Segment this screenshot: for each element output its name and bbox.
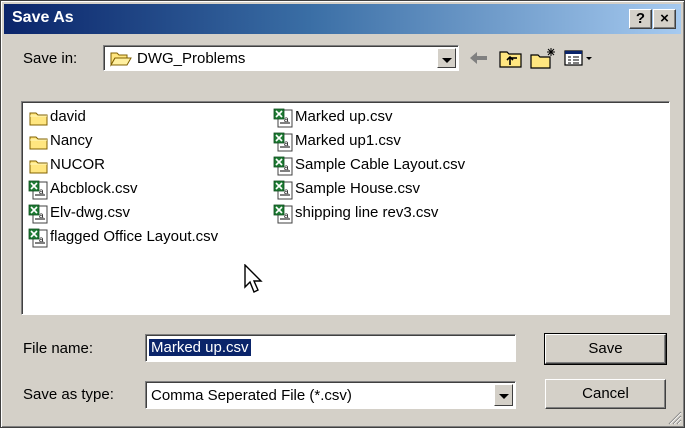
save-as-type-value: Comma Seperated File (*.csv) — [151, 387, 352, 404]
file-name-label: File name: — [23, 340, 94, 357]
excel-csv-icon: a — [28, 180, 48, 200]
excel-csv-icon: a — [273, 180, 293, 200]
svg-text:a: a — [284, 139, 289, 148]
file-name-value: Marked up.csv — [149, 339, 251, 356]
file-list-item-name: shipping line rev3.csv — [295, 204, 439, 221]
excel-csv-icon: a — [273, 132, 293, 152]
folder-icon — [29, 112, 48, 126]
dialog-title: Save As — [12, 9, 74, 26]
excel-csv-icon: a — [28, 228, 48, 248]
back-arrow-icon[interactable] — [465, 46, 493, 70]
excel-csv-icon: a — [273, 204, 293, 224]
save-as-type-label: Save as type: — [23, 386, 114, 403]
save-as-type-dropdown[interactable]: Comma Seperated File (*.csv) — [145, 381, 516, 409]
save-as-type-dropdown-arrow[interactable] — [494, 384, 513, 406]
file-list-item-name: Elv-dwg.csv — [50, 204, 131, 221]
svg-text:a: a — [39, 187, 44, 196]
folder-icon — [29, 136, 48, 150]
file-list-item-name: NUCOR — [50, 156, 105, 173]
save-in-dropdown[interactable]: DWG_Problems — [103, 45, 459, 71]
save-button[interactable]: Save — [544, 333, 667, 365]
file-list-item-name: david — [50, 108, 86, 125]
help-button[interactable]: ? — [629, 9, 652, 29]
file-list-item-name: Marked up1.csv — [295, 132, 401, 149]
file-list-item-name: flagged Office Layout.csv — [50, 228, 219, 245]
close-button[interactable]: × — [653, 9, 676, 29]
save-as-dialog: Save As ? × Save in: DWG_Problems david … — [0, 0, 685, 428]
svg-text:a: a — [284, 211, 289, 220]
title-bar[interactable]: Save As ? × — [4, 4, 681, 34]
save-in-dropdown-arrow[interactable] — [437, 48, 456, 68]
save-in-value: DWG_Problems — [137, 50, 246, 67]
svg-text:a: a — [39, 211, 44, 220]
svg-text:a: a — [39, 235, 44, 244]
folder-icon — [29, 160, 48, 174]
file-name-input[interactable]: Marked up.csv — [145, 334, 516, 362]
file-list-item-name: Sample Cable Layout.csv — [295, 156, 466, 173]
view-menu-icon[interactable] — [562, 46, 596, 70]
svg-text:a: a — [284, 163, 289, 172]
file-list-item-name: Nancy — [50, 132, 93, 149]
svg-text:a: a — [284, 187, 289, 196]
new-folder-icon[interactable] — [529, 46, 557, 70]
file-list-item-name: Sample House.csv — [295, 180, 421, 197]
resize-grip-icon[interactable] — [668, 411, 682, 425]
cancel-button[interactable]: Cancel — [545, 379, 666, 409]
file-list-item-name: Abcblock.csv — [50, 180, 138, 197]
excel-csv-icon: a — [273, 156, 293, 176]
folder-open-icon — [110, 52, 132, 67]
mouse-pointer-icon — [244, 264, 263, 293]
excel-csv-icon: a — [273, 108, 293, 128]
file-list[interactable]: david Nancy NUCOR a Abcblock.csv a Elv-dwg.csv… — [21, 101, 670, 315]
svg-text:a: a — [284, 115, 289, 124]
up-one-level-icon[interactable] — [497, 46, 525, 70]
file-list-item-name: Marked up.csv — [295, 108, 393, 125]
excel-csv-icon: a — [28, 204, 48, 224]
save-in-label: Save in: — [23, 50, 78, 67]
